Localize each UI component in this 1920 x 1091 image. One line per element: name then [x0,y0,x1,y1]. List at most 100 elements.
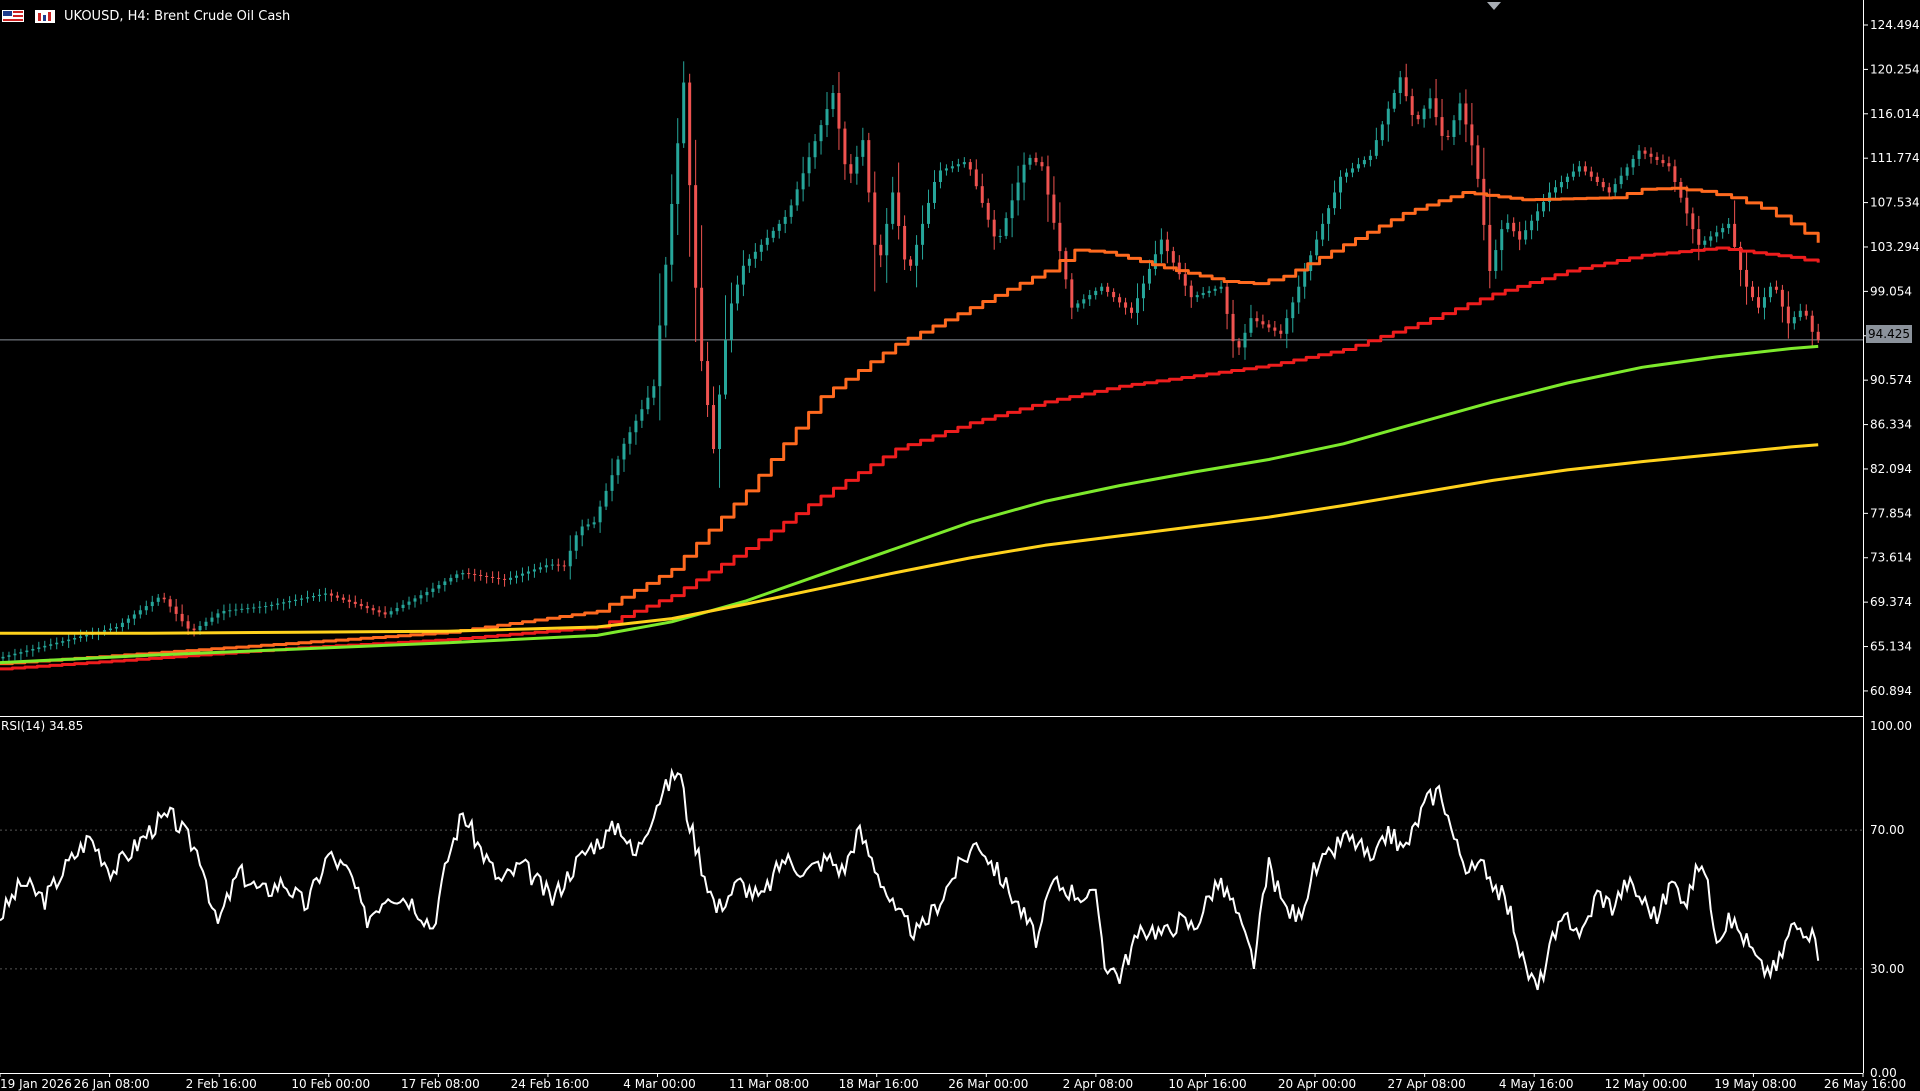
price-candle-body [132,614,136,619]
price-candle-body [1780,289,1784,307]
price-candle-body [1100,286,1104,291]
price-candle-body [1751,286,1755,298]
price-candle-body [532,569,536,572]
price-candle-body [1028,157,1032,165]
price-candle-body [449,577,453,582]
price-candle-body [13,653,17,656]
price-candle-body [741,265,745,285]
price-candle-body [622,443,626,460]
price-tick-label: 73.614 [1870,551,1912,565]
price-candle-body [1416,114,1420,120]
time-tick-label: 27 Apr 08:00 [1388,1077,1466,1091]
price-candle-body [712,405,716,449]
price-candle-body [425,591,429,596]
price-candle-body [246,608,250,610]
price-candle-body [1171,251,1175,263]
price-candle-body [825,109,829,126]
price-candle-body [974,169,978,187]
price-candle-body [664,264,668,326]
price-candle-body [389,611,393,615]
price-candle-body [67,639,71,642]
price-candle-body [347,599,351,602]
price-candle-body [210,617,214,622]
price-candle-body [258,606,262,608]
price-candle-body [395,608,399,612]
price-candle-body [1034,157,1038,163]
price-candle-body [544,565,548,568]
rsi-plot-area[interactable] [0,767,1863,991]
price-candle-body [956,164,960,167]
price-candle-body [120,622,124,627]
flag-icon[interactable] [2,8,24,24]
price-candle-body [479,574,483,576]
price-candle-body [688,82,692,186]
price-candle-body [1768,286,1772,298]
price-candle-body [1613,184,1617,193]
price-candle-body [921,223,925,245]
price-candle-body [1112,291,1116,298]
price-candle-body [192,628,196,631]
price-candle-body [1147,268,1151,284]
price-candle-body [1649,153,1653,157]
price-candle-body [1506,222,1510,230]
chart-header: UKOUSD, H4: Brent Crude Oil Cash [0,6,290,26]
price-candle-body [7,655,11,657]
price-candle-body [1559,182,1563,188]
price-candle-body [1153,254,1157,269]
price-candle-body [126,618,130,623]
price-candle-body [25,650,29,653]
current-price-tag: 94.425 [1866,325,1912,343]
price-candle-body [19,652,23,654]
price-candle-body [1494,250,1498,271]
price-candle-body [1273,327,1277,331]
price-candle-body [861,140,865,157]
price-candle-body [150,601,154,607]
trading-chart[interactable]: 124.494 120.254 116.014 111.774 107.534 103.2… [0,0,1920,1091]
price-candle-body [485,575,489,577]
time-tick-label: 20 Apr 00:00 [1278,1077,1356,1091]
price-candle-body [1536,211,1540,221]
price-candle-body [114,627,118,629]
price-plot-area[interactable] [0,61,1863,671]
price-candle-body [1207,290,1211,293]
price-candle-body [174,606,178,614]
price-candle-body [1267,324,1271,328]
price-candle-body [903,225,907,260]
price-candle-body [1530,220,1534,231]
price-candle-body [216,613,220,618]
price-candle-body [1094,290,1098,296]
price-candle-body [538,567,542,570]
price-candle-body [1816,331,1820,340]
price-candle-body [1762,297,1766,308]
price-candle-body [1177,262,1181,275]
price-candle-body [1130,307,1134,313]
price-candle-body [1792,317,1796,324]
price-candle-body [628,432,632,444]
price-candle-body [1231,313,1235,342]
price-candle-body [85,634,89,637]
price-candle-body [371,608,375,611]
price-candle-body [652,386,656,398]
price-candle-body [998,235,1002,237]
scroll-marker[interactable] [1487,2,1501,10]
price-candle-body [1118,297,1122,303]
price-candle-body [377,610,381,613]
time-tick-label: 4 May 16:00 [1499,1077,1574,1091]
price-candle-body [1482,178,1486,225]
price-candle-body [634,420,638,433]
price-candle-body [944,168,948,171]
price-candle-body [198,625,202,631]
price-candle-body [1070,279,1074,308]
price-candle-body [228,610,232,612]
price-candle-body [932,182,936,203]
price-candle-body [807,157,811,174]
price-candle-body [598,506,602,523]
time-tick-label: 24 Feb 16:00 [511,1077,590,1091]
price-candle-body [897,192,901,226]
price-candle-body [240,608,244,610]
price-tick-label: 69.374 [1870,595,1912,609]
price-candle-body [562,565,566,567]
price-candle-body [1804,310,1808,316]
chart-type-icon[interactable] [34,8,56,24]
price-candle-body [777,223,781,231]
